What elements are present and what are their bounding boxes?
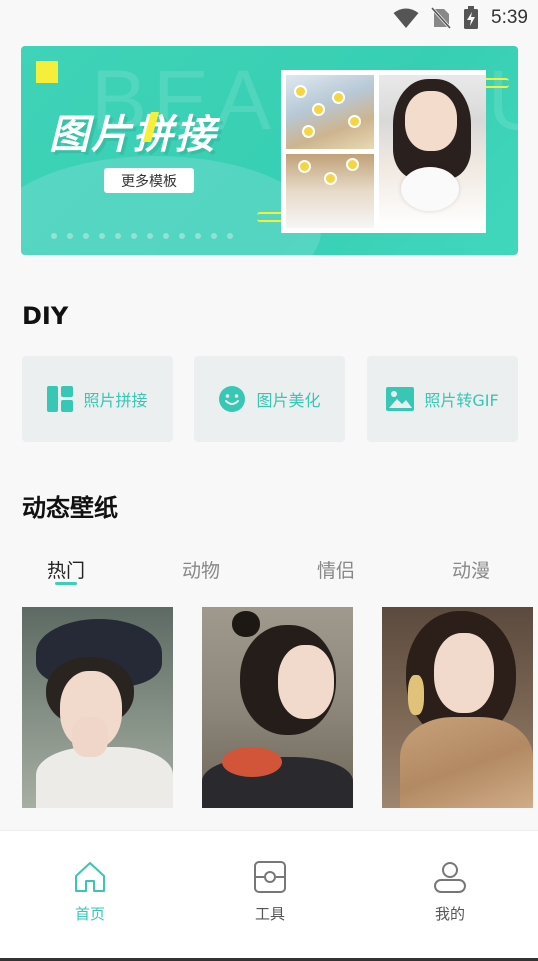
collage-photo-flowers <box>286 75 374 149</box>
collage-photo-basket <box>286 154 374 228</box>
wallpaper-tabs: 热门 动物 情侣 动漫 <box>0 556 538 588</box>
image-beautify-label: 图片美化 <box>256 391 321 410</box>
collage-photo-girl-cat <box>379 75 486 228</box>
image-icon <box>386 387 415 411</box>
wallpaper-section-title: 动态壁纸 <box>22 494 118 522</box>
banner-title: 图片拼接 <box>49 112 217 158</box>
active-tab-indicator <box>55 582 77 585</box>
photo-to-gif-button[interactable]: 照片转GIF <box>367 356 518 442</box>
status-bar: 5:39 <box>0 0 538 36</box>
no-sim-icon <box>431 7 452 29</box>
status-time: 5:39 <box>491 7 528 28</box>
smile-face-icon <box>219 386 246 412</box>
photo-to-gif-label: 照片转GIF <box>424 391 499 410</box>
battery-charging-icon <box>464 6 479 29</box>
tab-anime[interactable]: 动漫 <box>452 556 490 583</box>
wallpaper-thumbnail[interactable] <box>22 607 173 808</box>
banner-collage-preview <box>281 70 486 233</box>
tab-animals[interactable]: 动物 <box>182 556 220 583</box>
tab-hot[interactable]: 热门 <box>47 556 85 585</box>
photo-collage-label: 照片拼接 <box>83 391 148 410</box>
nav-tools-label: 工具 <box>254 905 285 923</box>
more-templates-button[interactable]: 更多模板 <box>104 168 194 193</box>
nav-home[interactable]: 首页 <box>50 859 130 924</box>
promo-banner[interactable]: BEAUTIFUL 图片拼接 更多模板 <box>21 46 518 255</box>
nav-mine-label: 我的 <box>434 905 465 923</box>
tab-couples[interactable]: 情侣 <box>317 556 355 583</box>
nav-mine[interactable]: 我的 <box>410 859 490 924</box>
diy-section-title: DIY <box>22 302 69 330</box>
bottom-navigation: 首页 工具 我的 <box>0 830 538 961</box>
wifi-icon <box>393 8 419 28</box>
home-icon <box>75 862 105 892</box>
nav-tools[interactable]: 工具 <box>230 859 310 924</box>
banner-yellow-square <box>36 61 58 83</box>
banner-dots <box>51 233 233 239</box>
collage-grid-icon <box>47 386 74 412</box>
user-icon <box>434 862 466 893</box>
wallpaper-thumbnail[interactable] <box>202 607 353 808</box>
wallpaper-thumbnail[interactable] <box>382 607 533 808</box>
nav-home-label: 首页 <box>74 905 105 923</box>
photo-collage-button[interactable]: 照片拼接 <box>22 356 173 442</box>
toolbox-icon <box>254 861 286 893</box>
image-beautify-button[interactable]: 图片美化 <box>194 356 345 442</box>
